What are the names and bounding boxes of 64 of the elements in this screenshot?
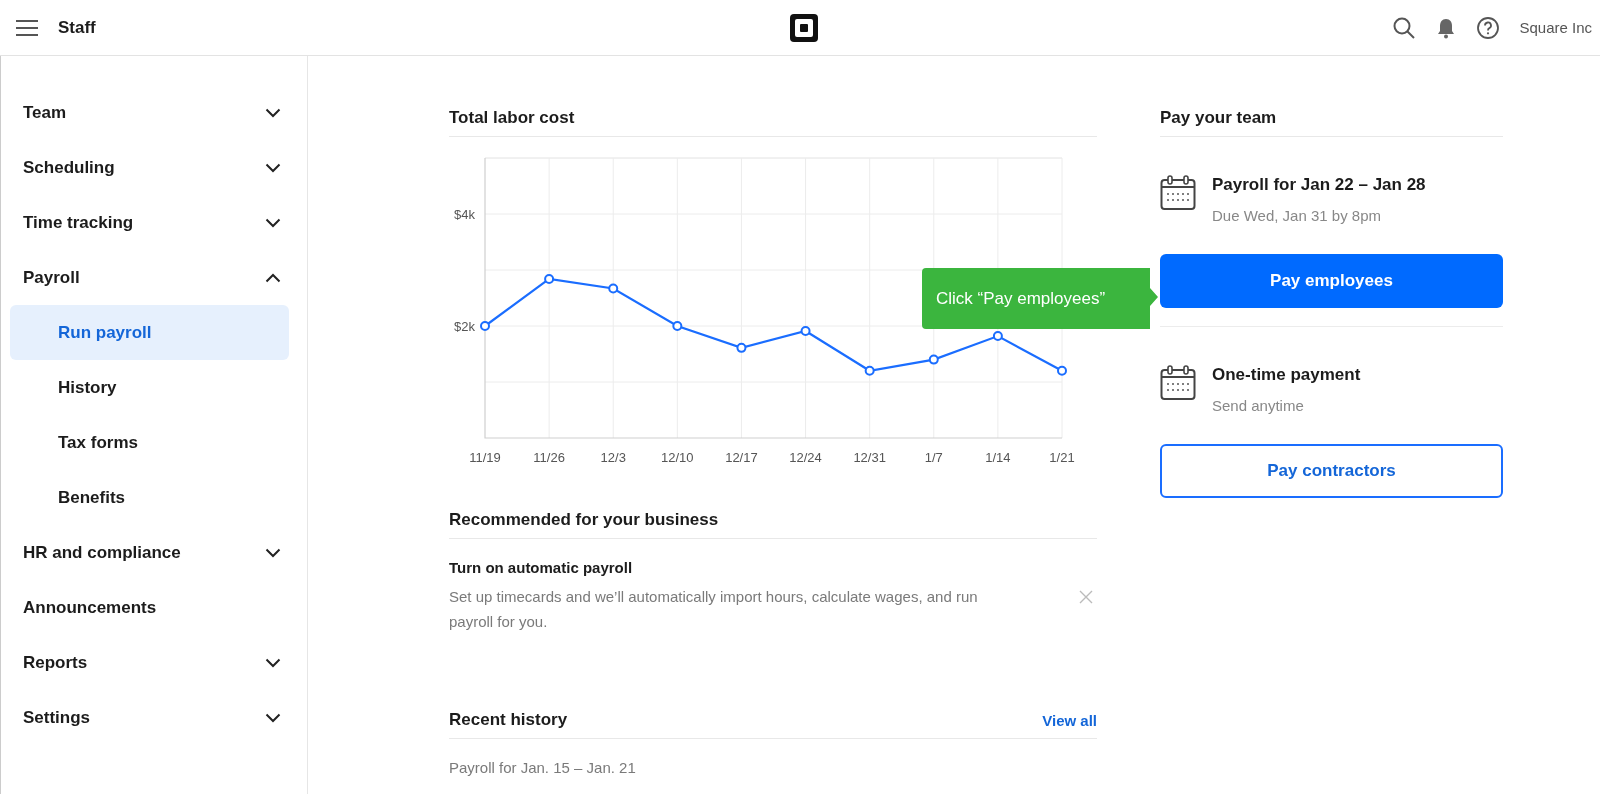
history-item[interactable]: Payroll for Jan. 15 – Jan. 21 xyxy=(449,739,1097,776)
section-title: Pay your team xyxy=(1160,108,1277,128)
chevron-down-icon[interactable] xyxy=(265,107,281,118)
x-axis-label: 12/10 xyxy=(661,450,694,465)
sidebar-item[interactable]: Time tracking xyxy=(1,195,307,250)
x-axis-label: 1/7 xyxy=(924,450,943,465)
payment-subtitle: Due Wed, Jan 31 by 8pm xyxy=(1212,207,1382,224)
sidebar-subitem[interactable]: Benefits xyxy=(10,470,289,525)
section-title: Recommended for your business xyxy=(449,510,719,530)
x-axis-label: 1/14 xyxy=(985,450,1011,465)
section-title: Recent history xyxy=(449,710,568,730)
tooltip: Click “Pay employees” xyxy=(922,268,1158,329)
menu-icon[interactable] xyxy=(16,19,38,36)
sidebar-item[interactable]: HR and compliance xyxy=(1,525,307,580)
x-axis-label: 12/17 xyxy=(725,450,758,465)
data-point xyxy=(992,331,1003,342)
data-point xyxy=(608,283,619,294)
help-icon[interactable] xyxy=(1477,16,1500,39)
data-point xyxy=(928,354,939,365)
card-description: Set up timecards and we’ll automatically import hours, calculate wages, and run payroll for you. xyxy=(449,587,979,632)
data-point xyxy=(864,365,875,376)
calendar-icon xyxy=(1160,175,1196,211)
section-title: Total labor cost xyxy=(449,108,575,128)
x-axis-label: 12/31 xyxy=(853,450,886,465)
data-point xyxy=(1057,365,1067,376)
sidebar-item[interactable]: Team xyxy=(1,85,307,140)
sidebar-item[interactable]: Announcements xyxy=(1,580,307,635)
sidebar-subitem[interactable]: History xyxy=(10,360,289,415)
account-name[interactable]: Square Inc xyxy=(1519,19,1592,36)
data-point xyxy=(544,273,555,284)
sidebar-item[interactable]: Payroll xyxy=(1,250,307,305)
card-title: Turn on automatic payroll xyxy=(449,559,634,576)
data-point xyxy=(800,326,811,337)
x-axis-label: 12/24 xyxy=(789,450,822,465)
pay-employees-button[interactable]: Pay employees xyxy=(1160,254,1503,308)
chevron-down-icon[interactable] xyxy=(265,547,281,558)
x-axis-label: 12/3 xyxy=(600,450,626,465)
sidebar-item[interactable]: Settings xyxy=(1,690,307,745)
x-axis-label: 1/21 xyxy=(1049,450,1075,465)
sidebar-subitem[interactable]: Tax forms xyxy=(10,415,289,470)
y-axis-label: $2k xyxy=(454,319,475,334)
logo-icon[interactable] xyxy=(790,13,818,42)
payment-title: One-time payment xyxy=(1212,365,1361,385)
pay-contractors-button[interactable]: Pay contractors xyxy=(1160,444,1503,498)
y-axis-label: $4k xyxy=(454,207,475,222)
chevron-down-icon[interactable] xyxy=(265,657,281,668)
data-point xyxy=(480,321,490,331)
data-point xyxy=(672,321,683,331)
calendar-icon xyxy=(1160,365,1196,401)
sidebar-item[interactable]: Scheduling xyxy=(1,140,307,195)
payment-subtitle: Send anytime xyxy=(1212,397,1305,414)
search-icon[interactable] xyxy=(1393,16,1416,39)
sidebar-subitem[interactable]: Run payroll xyxy=(10,305,289,360)
x-axis-label: 11/26 xyxy=(533,450,565,465)
chevron-down-icon[interactable] xyxy=(265,217,281,228)
view-all-link[interactable]: View all xyxy=(1042,711,1097,729)
chevron-up-icon[interactable] xyxy=(265,272,281,283)
payment-title: Payroll for Jan 22 – Jan 28 xyxy=(1212,175,1426,195)
sidebar-item[interactable]: Reports xyxy=(1,635,307,690)
page-title: Staff xyxy=(58,17,96,38)
x-axis-label: 11/19 xyxy=(469,450,501,465)
chevron-down-icon[interactable] xyxy=(265,162,281,173)
chevron-down-icon[interactable] xyxy=(265,712,281,723)
data-point xyxy=(736,342,747,353)
